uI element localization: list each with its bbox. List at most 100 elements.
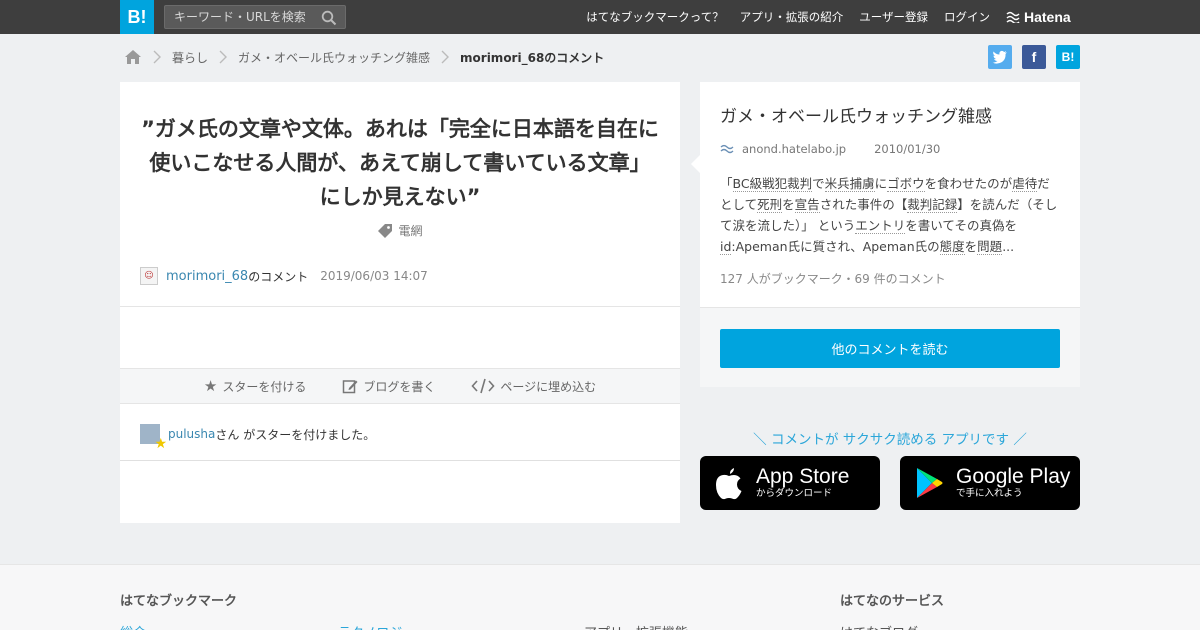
embed-page-label: ページに埋め込む bbox=[500, 379, 597, 394]
description-text: された事件の【 bbox=[819, 197, 908, 212]
star-icon: ★ bbox=[203, 377, 218, 395]
nav-login-link[interactable]: ログイン bbox=[944, 9, 990, 25]
comment-actions-bar: ★ スターを付ける ブログを書く ページに埋め込む bbox=[120, 368, 680, 404]
tag-icon bbox=[378, 223, 393, 238]
description-text: 「 bbox=[720, 176, 733, 191]
keyword-link[interactable]: 虐待 bbox=[1012, 176, 1038, 192]
description-text: を食わせたのが bbox=[924, 176, 1013, 191]
star-event-text: さん がスターを付けました。 bbox=[215, 427, 376, 442]
comment-date[interactable]: 2019/06/03 14:07 bbox=[320, 269, 428, 283]
home-icon[interactable] bbox=[124, 49, 142, 65]
add-star-button[interactable]: ★ スターを付ける bbox=[204, 377, 306, 395]
divider bbox=[120, 306, 680, 307]
description-text: を bbox=[782, 197, 795, 212]
entry-button-area: 他のコメントを読む bbox=[700, 307, 1080, 387]
star-user-link[interactable]: pulusha bbox=[168, 427, 215, 441]
keyword-link[interactable]: id bbox=[720, 239, 732, 255]
card-pointer bbox=[691, 155, 700, 173]
google-play-icon bbox=[917, 468, 943, 498]
search-box bbox=[164, 5, 346, 29]
description-text: に bbox=[874, 176, 888, 191]
footer-heading-bookmark: はてなブックマーク bbox=[120, 594, 238, 609]
star-user-avatar[interactable]: ★ bbox=[140, 424, 167, 452]
footer-link-technology[interactable]: テクノロジー bbox=[338, 622, 415, 630]
google-play-label: Google Play bbox=[956, 465, 1071, 488]
nav-apps-link[interactable]: アプリ・拡張の紹介 bbox=[740, 9, 844, 25]
nav-register-link[interactable]: ユーザー登録 bbox=[859, 9, 928, 25]
breadcrumb: 暮らし ガメ・オベール氏ウォッチング雑感 morimori_68のコメント bbox=[124, 46, 604, 68]
favicon-icon bbox=[720, 144, 734, 154]
hatena-bookmark-logo[interactable]: B! bbox=[120, 0, 154, 34]
app-store-label: App Store bbox=[756, 465, 850, 488]
keyword-link[interactable]: 裁判記録 bbox=[907, 197, 958, 213]
read-other-comments-button[interactable]: 他のコメントを読む bbox=[720, 329, 1060, 368]
footer-heading-services: はてなのサービス bbox=[840, 594, 945, 609]
code-icon bbox=[471, 378, 495, 394]
app-store-button[interactable]: App Store からダウンロード bbox=[700, 456, 880, 510]
top-navigation-bar: B! はてなブックマークって？ アプリ・拡張の紹介 ユーザー登録 ログイン Ha… bbox=[0, 0, 1200, 34]
star-event: ★ pulusha さん がスターを付けました。 bbox=[140, 424, 376, 452]
comment-author-line: ☺ morimori_68 のコメント 2019/06/03 14:07 bbox=[140, 267, 428, 285]
embed-page-button[interactable]: ページに埋め込む bbox=[471, 378, 596, 395]
keyword-link[interactable]: 米兵捕虜 bbox=[824, 176, 875, 192]
twitter-icon bbox=[992, 50, 1007, 64]
top-nav-links: はてなブックマークって？ アプリ・拡張の紹介 ユーザー登録 ログイン bbox=[586, 0, 990, 34]
app-store-sublabel: からダウンロード bbox=[756, 488, 833, 499]
entry-card: ガメ・オベール氏ウォッチング雑感 anond.hatelabo.jp 2010/… bbox=[691, 82, 1080, 387]
google-play-button[interactable]: Google Play で手に入れよう bbox=[900, 456, 1080, 510]
comment-user-link[interactable]: morimori_68 bbox=[166, 269, 248, 284]
keyword-link[interactable]: BC級戦犯裁判 bbox=[732, 176, 813, 192]
add-star-label: スターを付ける bbox=[222, 379, 307, 394]
footer-link-general[interactable]: 総合 bbox=[120, 622, 146, 630]
keyword-link[interactable]: 宣告 bbox=[794, 197, 820, 213]
search-icon[interactable] bbox=[321, 10, 337, 26]
hatena-brand-text: Hatena bbox=[1024, 9, 1071, 25]
write-blog-label: ブログを書く bbox=[363, 379, 436, 394]
keyword-link[interactable]: ゴボウ bbox=[887, 176, 925, 192]
entry-description: 「BC級戦犯裁判で米兵捕虜にゴボウを食わせたのが虐待だとして死刑を宣告された事件… bbox=[720, 173, 1060, 257]
twitter-share-button[interactable] bbox=[988, 45, 1012, 69]
hatena-wave-icon bbox=[1006, 11, 1020, 23]
keyword-link[interactable]: 態度 bbox=[939, 239, 965, 255]
entry-meta: anond.hatelabo.jp 2010/01/30 bbox=[720, 142, 940, 156]
entry-bookmark-count[interactable]: 127 人がブックマーク・69 件のコメント bbox=[720, 270, 946, 287]
keyword-link[interactable]: 死刑 bbox=[757, 197, 783, 213]
write-blog-button[interactable]: ブログを書く bbox=[342, 378, 435, 395]
comment-text: ”ガメ氏の文章や文体。あれは「完全に日本語を自在に使いこなせる人間が、あえて崩し… bbox=[141, 117, 659, 209]
user-avatar[interactable]: ☺ bbox=[140, 267, 158, 285]
share-buttons: f B! bbox=[988, 45, 1080, 69]
hatena-bookmark-share-button[interactable]: B! bbox=[1056, 45, 1080, 69]
entry-date: 2010/01/30 bbox=[874, 142, 941, 156]
footer-link-apps[interactable]: アプリ・拡張機能 bbox=[584, 622, 688, 630]
facebook-share-button[interactable]: f bbox=[1022, 45, 1046, 69]
edit-icon bbox=[343, 380, 358, 394]
breadcrumb-entry-link[interactable]: ガメ・オベール氏ウォッチング雑感 bbox=[238, 49, 430, 66]
comment-card: ”ガメ氏の文章や文体。あれは「完全に日本語を自在に使いこなせる人間が、あえて崩し… bbox=[120, 82, 680, 523]
keyword-link[interactable]: 問題 bbox=[977, 239, 1003, 255]
footer: はてなブックマーク はてなのサービス 総合 テクノロジー アプリ・拡張機能 はて… bbox=[0, 564, 1200, 630]
comment-user-suffix: のコメント bbox=[248, 269, 309, 284]
google-play-text: Google Play で手に入れよう bbox=[956, 466, 1070, 500]
description-text: ... bbox=[1002, 239, 1015, 254]
description-text: を bbox=[964, 239, 978, 254]
search-input[interactable] bbox=[165, 6, 315, 28]
breadcrumb-category-link[interactable]: 暮らし bbox=[172, 49, 208, 66]
keyword-link[interactable]: エントリ bbox=[855, 218, 906, 234]
apple-icon bbox=[716, 468, 742, 500]
app-promo-text: ＼ コメントが サクサク読める アプリです ／ bbox=[753, 432, 1027, 448]
tag-label: 電網 bbox=[398, 224, 423, 238]
nav-about-link[interactable]: はてなブックマークって？ bbox=[586, 9, 723, 25]
entry-title[interactable]: ガメ・オベール氏ウォッチング雑感 bbox=[720, 102, 992, 127]
comment-tag[interactable]: 電網 bbox=[120, 222, 680, 239]
description-text: を書いてその真偽を bbox=[905, 218, 1018, 233]
description-text: :Apeman氏に質され、Apeman氏の bbox=[731, 239, 940, 254]
footer-link-hatena-blog[interactable]: はてなブログ bbox=[840, 622, 918, 630]
hatena-brand-link[interactable]: Hatena bbox=[1006, 8, 1071, 26]
star-badge-icon: ★ bbox=[154, 436, 167, 452]
chevron-right-icon bbox=[441, 50, 450, 64]
entry-domain[interactable]: anond.hatelabo.jp bbox=[742, 142, 846, 156]
breadcrumb-current: morimori_68のコメント bbox=[460, 50, 605, 65]
divider bbox=[120, 460, 680, 461]
chevron-right-icon bbox=[153, 50, 161, 64]
description-text: で bbox=[812, 176, 825, 191]
